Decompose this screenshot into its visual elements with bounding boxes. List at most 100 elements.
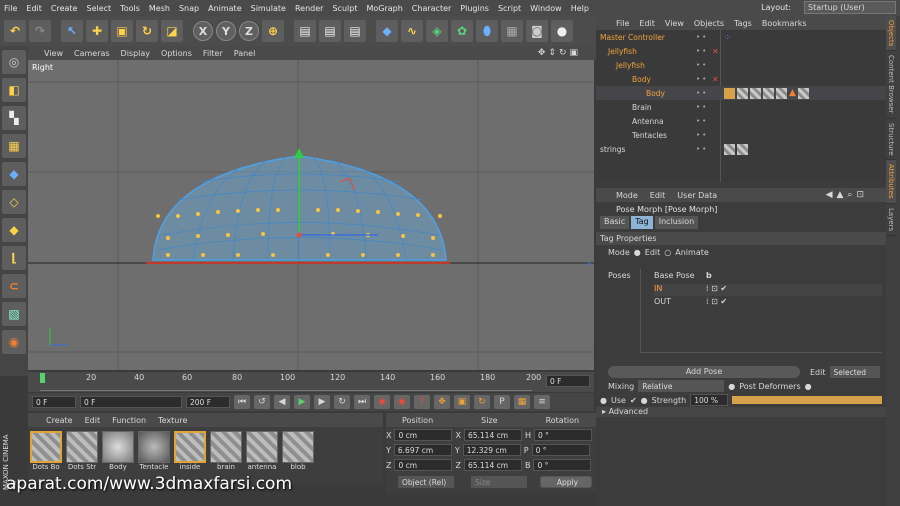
menu-create[interactable]: Create <box>51 4 78 13</box>
material-brain[interactable]: brain <box>210 431 242 471</box>
material-tag-icon[interactable] <box>776 87 787 99</box>
warning-tag-icon[interactable]: ▲ <box>789 88 796 99</box>
menu-character[interactable]: Character <box>412 4 452 13</box>
pose-row-in[interactable]: IN ⁞ ⊡ ✔ <box>654 284 882 296</box>
side-tab-attributes[interactable]: Attributes <box>886 160 896 205</box>
object-row[interactable]: Tentacles •• <box>596 128 886 142</box>
live-selection-icon[interactable]: ↖ <box>61 20 83 42</box>
visibility-dots-icon[interactable]: •• <box>696 47 708 55</box>
autokey-icon[interactable]: ◉ <box>394 395 410 409</box>
timeline-menu-icon[interactable]: ≡ <box>534 395 550 409</box>
timeline-ruler[interactable]: 0 20 40 60 80 100 120 140 160 180 200 0 … <box>28 372 594 392</box>
record-icon[interactable]: ◉ <box>374 395 390 409</box>
rotate-icon[interactable]: ↻ <box>136 20 158 42</box>
rotation-key-icon[interactable]: ↻ <box>474 395 490 409</box>
strength-field[interactable]: 100 % <box>690 394 729 406</box>
parameter-key-icon[interactable]: P <box>494 395 510 409</box>
material-dots-strings[interactable]: Dots Str <box>66 431 98 471</box>
snap-magnet-icon[interactable]: ⊂ <box>2 274 26 298</box>
material-menu-edit[interactable]: Edit <box>85 416 101 425</box>
texture-mode-icon[interactable]: ▚ <box>2 106 26 130</box>
position-key-icon[interactable]: ✥ <box>434 395 450 409</box>
objects-menu-file[interactable]: File <box>616 19 629 28</box>
playhead[interactable] <box>40 373 45 383</box>
material-body[interactable]: Body <box>102 431 134 471</box>
disabled-icon[interactable]: ✕ <box>712 75 719 84</box>
object-row[interactable]: strings •• <box>596 142 886 156</box>
rotation-p-field[interactable]: 0 ° <box>531 444 590 456</box>
xpresso-tag-icon[interactable]: ⁘ <box>724 33 731 42</box>
menu-select[interactable]: Select <box>86 4 111 13</box>
edges-mode-icon[interactable]: ◇ <box>2 190 26 214</box>
workplane-lock-icon[interactable]: ▧ <box>2 302 26 326</box>
material-dots-body[interactable]: Dots Bo <box>30 431 62 471</box>
workplane-icon[interactable]: ▦ <box>2 134 26 158</box>
goto-end-icon[interactable]: ⏭ <box>354 395 370 409</box>
pose-row-out[interactable]: OUT ⁞ ⊡ ✔ <box>654 297 882 309</box>
object-row[interactable]: Jellyfish •• <box>596 58 886 72</box>
current-frame-field[interactable]: 0 F <box>546 375 590 387</box>
position-y-field[interactable]: 6.697 cm <box>393 444 452 456</box>
menu-edit[interactable]: Edit <box>26 4 42 13</box>
max-frame-field[interactable]: 200 F <box>186 396 230 408</box>
visibility-dots-icon[interactable]: •• <box>696 131 708 139</box>
move-icon[interactable]: ✚ <box>86 20 108 42</box>
render-settings-icon[interactable]: ▤ <box>344 20 366 42</box>
apply-button[interactable]: Apply <box>540 476 592 488</box>
menu-snap[interactable]: Snap <box>179 4 199 13</box>
material-menu-function[interactable]: Function <box>112 416 146 425</box>
prev-frame-icon[interactable]: ◀ <box>274 395 290 409</box>
disabled-icon[interactable]: ✕ <box>712 47 719 56</box>
menu-render[interactable]: Render <box>295 4 323 13</box>
use-checkbox[interactable]: ✔ <box>630 396 637 405</box>
viewport-right[interactable]: > Right <box>28 60 594 370</box>
attr-menu-mode[interactable]: Mode <box>616 191 638 200</box>
material-tag-icon[interactable] <box>737 87 748 99</box>
undo-icon[interactable]: ↶ <box>4 20 26 42</box>
material-antenna[interactable]: antenna <box>246 431 278 471</box>
post-deformers-checkbox[interactable]: ● <box>728 382 735 391</box>
material-tag-icon[interactable] <box>797 87 809 99</box>
visibility-dots-icon[interactable]: •• <box>696 117 708 125</box>
prev-key-icon[interactable]: ↺ <box>254 395 270 409</box>
scale-key-icon[interactable]: ▣ <box>454 395 470 409</box>
post-deformers-toggle[interactable]: ● <box>805 382 812 391</box>
attr-menu-userdata[interactable]: User Data <box>677 191 717 200</box>
material-menu-create[interactable]: Create <box>46 416 73 425</box>
array-icon[interactable]: ✿ <box>451 20 473 42</box>
light-icon[interactable]: ● <box>551 20 573 42</box>
object-row[interactable]: Body •• ✕ <box>596 72 886 86</box>
layout-dropdown[interactable]: Startup (User) <box>804 1 896 14</box>
visibility-dots-icon[interactable]: •• <box>696 33 708 41</box>
objects-menu-objects[interactable]: Objects <box>694 19 724 28</box>
floor-icon[interactable]: ▦ <box>501 20 523 42</box>
viewport-menu-cameras[interactable]: Cameras <box>74 49 110 58</box>
material-tag-icon[interactable] <box>737 143 748 155</box>
menu-script[interactable]: Script <box>498 4 521 13</box>
start-frame-field[interactable]: 0 F <box>32 396 76 408</box>
polygons-mode-icon[interactable]: ◆ <box>2 218 26 242</box>
object-row[interactable]: Brain •• <box>596 100 886 114</box>
advanced-section[interactable]: ▸ Advanced <box>596 407 886 417</box>
object-row[interactable]: Antenna •• <box>596 114 886 128</box>
edit-mode-dropdown[interactable]: Selected <box>829 366 880 378</box>
visibility-dots-icon[interactable]: •• <box>696 75 708 83</box>
coordinate-mode-dropdown[interactable]: Object (Rel) <box>398 476 454 488</box>
rotation-b-field[interactable]: 0 ° <box>533 459 592 471</box>
material-tag-icon[interactable] <box>763 87 774 99</box>
visibility-dots-icon[interactable]: •• <box>696 145 708 153</box>
viewport-menu-display[interactable]: Display <box>121 49 151 58</box>
z-axis-lock-icon[interactable]: Z <box>239 21 259 41</box>
material-tentacle[interactable]: Tentacle <box>138 431 170 471</box>
keyframe-selection-icon[interactable]: ? <box>414 395 430 409</box>
object-row[interactable]: Body •• ▲ <box>596 86 886 100</box>
x-axis-lock-icon[interactable]: X <box>193 21 213 41</box>
tab-basic[interactable]: Basic <box>600 216 630 229</box>
recent-tool-icon[interactable]: ◪ <box>161 20 183 42</box>
render-picture-viewer-icon[interactable]: ▤ <box>319 20 341 42</box>
next-frame-icon[interactable]: ▶ <box>314 395 330 409</box>
position-z-field[interactable]: 0 cm <box>394 459 453 471</box>
render-view-icon[interactable]: ▤ <box>294 20 316 42</box>
pla-key-icon[interactable]: ▦ <box>514 395 530 409</box>
attr-nav-icons[interactable]: ◀▲⌕⊡ <box>826 190 868 200</box>
